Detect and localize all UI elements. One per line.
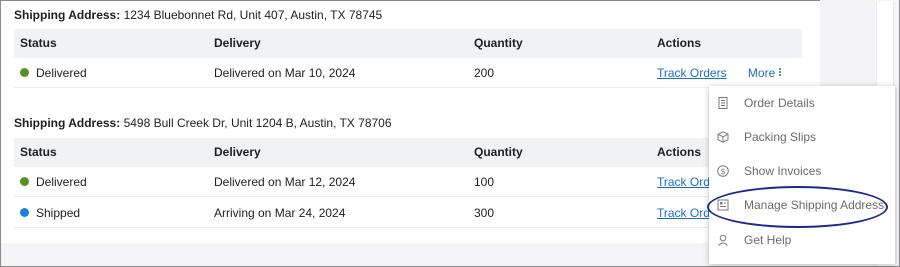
column-header-status: Status (20, 145, 57, 159)
help-person-icon (718, 234, 728, 246)
delivery-cell: Delivered on Mar 12, 2024 (214, 175, 356, 189)
more-button[interactable]: More (748, 66, 783, 80)
status-cell: Shipped (20, 199, 80, 228)
status-text: Delivered (36, 175, 87, 189)
track-orders-link[interactable]: Track Orde (657, 175, 717, 189)
menu-item-show-invoices[interactable]: $ Show Invoices (709, 154, 895, 188)
table-header-1: Status Delivery Quantity Actions (14, 29, 802, 58)
column-header-actions: Actions (657, 36, 702, 50)
status-cell: Delivered (20, 168, 87, 197)
menu-item-label: Order Details (744, 96, 815, 110)
column-header-delivery: Delivery (214, 36, 261, 50)
column-header-status: Status (20, 36, 57, 50)
bottom-strip (1, 243, 820, 266)
table-row: Delivered Delivered on Mar 10, 2024 200 … (14, 59, 802, 88)
delivery-cell: Arriving on Mar 24, 2024 (214, 206, 346, 220)
column-header-actions: Actions (657, 145, 702, 159)
menu-item-label: Show Invoices (744, 164, 822, 178)
status-text: Delivered (36, 66, 87, 80)
shipping-address-value: 1234 Bluebonnet Rd, Unit 407, Austin, TX… (123, 8, 383, 22)
highlight-annotation (707, 186, 888, 228)
menu-item-order-details[interactable]: Order Details (709, 86, 895, 120)
shipping-address-value: 5498 Bull Creek Dr, Unit 1204 B, Austin,… (123, 116, 392, 130)
status-dot-icon (20, 208, 29, 218)
more-actions-menu: Order Details Packing Slips $ Show Invoi… (709, 86, 895, 264)
quantity-cell: 100 (474, 175, 495, 189)
dollar-icon: $ (717, 165, 729, 177)
quantity-cell: 200 (474, 66, 495, 80)
kebab-icon (779, 67, 783, 77)
box-icon (717, 131, 729, 143)
column-header-quantity: Quantity (474, 145, 523, 159)
table-row: Shipped Arriving on Mar 24, 2024 300 Tra… (14, 199, 802, 228)
status-dot-icon (20, 68, 29, 78)
more-label: More (747, 66, 776, 80)
status-text: Shipped (36, 206, 81, 220)
delivery-cell: Delivered on Mar 10, 2024 (214, 66, 356, 80)
menu-item-label: Get Help (744, 233, 792, 247)
track-orders-link[interactable]: Track Orders (657, 66, 727, 80)
quantity-cell: 300 (474, 206, 495, 220)
status-cell: Delivered (20, 59, 87, 88)
shipping-address-label: Shipping Address: (14, 116, 121, 130)
menu-item-get-help[interactable]: Get Help (709, 223, 895, 257)
actions-cell: Track Orders More (657, 59, 783, 88)
menu-item-label: Packing Slips (744, 130, 817, 144)
table-row: Delivered Delivered on Mar 12, 2024 100 … (14, 168, 802, 197)
column-header-delivery: Delivery (214, 145, 261, 159)
svg-text:$: $ (720, 167, 725, 176)
shipping-address-label: Shipping Address: (14, 8, 121, 22)
shipping-address-1: Shipping Address: 1234 Bluebonnet Rd, Un… (14, 8, 382, 22)
column-header-quantity: Quantity (474, 36, 523, 50)
shipping-address-2: Shipping Address: 5498 Bull Creek Dr, Un… (14, 116, 392, 130)
document-icon (718, 97, 728, 109)
table-header-2: Status Delivery Quantity Actions (14, 138, 802, 167)
menu-item-packing-slips[interactable]: Packing Slips (709, 120, 895, 154)
actions-cell: Track Orde (657, 168, 717, 197)
status-dot-icon (20, 177, 29, 187)
